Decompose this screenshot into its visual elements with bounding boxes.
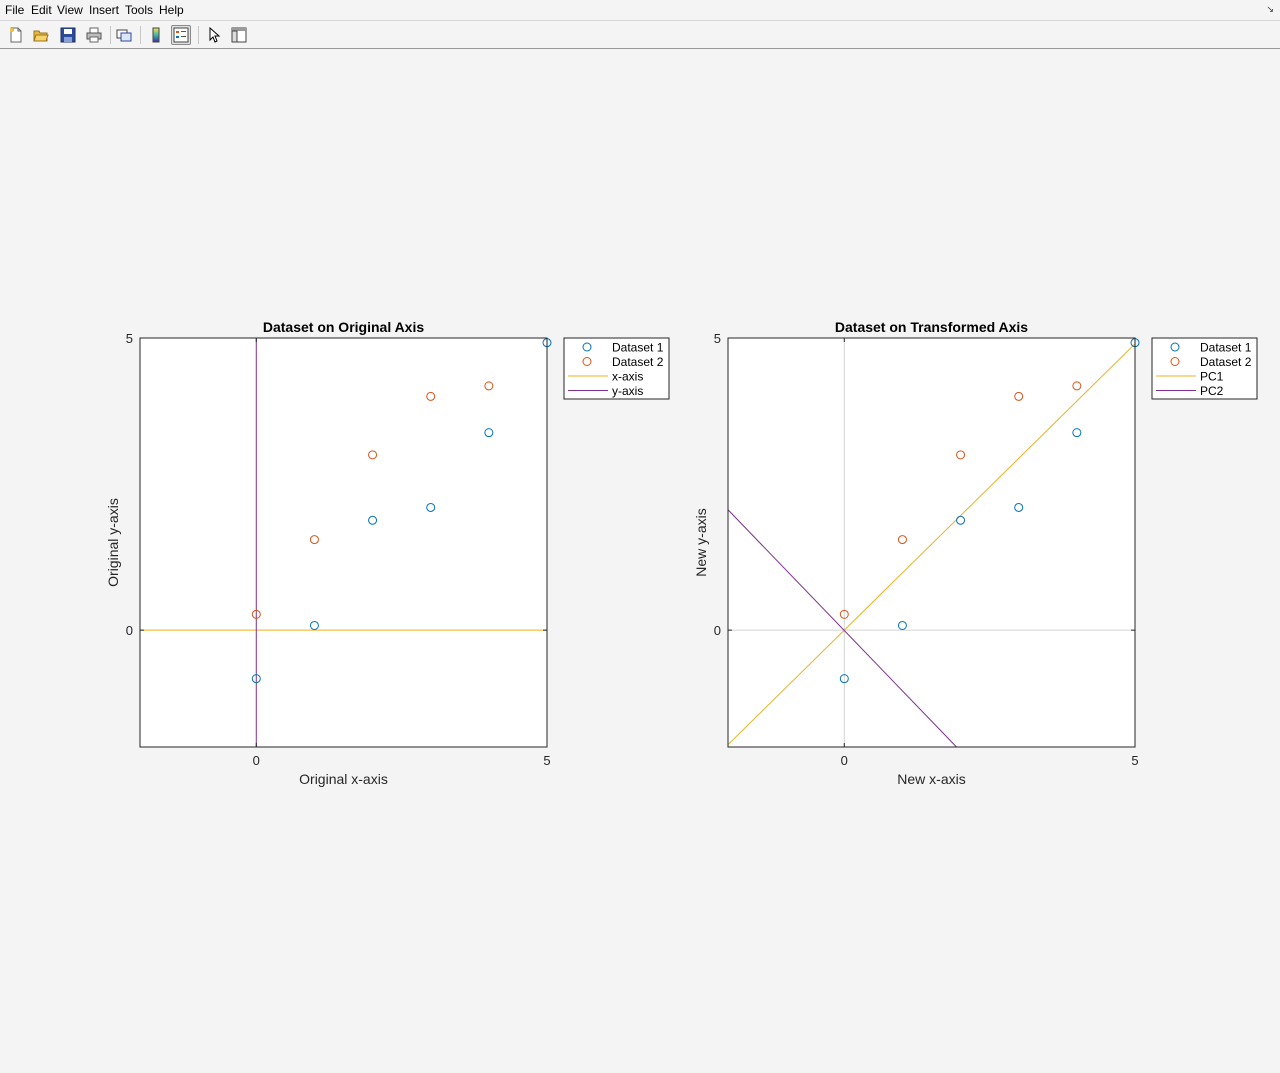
toolbar-separator [198, 26, 199, 44]
legend[interactable]: Dataset 1Dataset 2x-axisy-axis [563, 337, 670, 400]
axes-transformed[interactable]: 0 5 0 5 Dataset on Transformed Axis New x-axi… [693, 319, 1258, 787]
new-figure-icon[interactable] [6, 25, 26, 45]
legend-entry-label: PC1 [1200, 370, 1224, 384]
x-tick-label: 5 [543, 753, 550, 768]
x-axis-label: Original x-axis [299, 771, 388, 787]
menu-bar: File Edit View Insert Tools Help ↘ [0, 0, 1280, 21]
figure-canvas: 0 5 0 5 Dataset on Original Axis Original x-a… [105, 319, 1258, 787]
toolbar [0, 21, 1280, 49]
y-axis-label: Original y-axis [105, 498, 121, 587]
menu-insert[interactable]: Insert [89, 3, 119, 17]
y-tick-label: 5 [714, 331, 721, 346]
y-tick-label: 0 [126, 623, 133, 638]
chart-title: Dataset on Original Axis [263, 319, 425, 335]
print-icon[interactable] [84, 25, 104, 45]
plot-area [140, 338, 547, 747]
menu-file[interactable]: File [5, 3, 24, 17]
menu-help[interactable]: Help [159, 3, 184, 17]
x-tick-label: 0 [253, 753, 260, 768]
insert-legend-icon[interactable] [171, 25, 191, 45]
link-plot-icon[interactable] [114, 25, 134, 45]
legend-entry-label: Dataset 2 [612, 355, 664, 369]
property-inspector-icon[interactable] [229, 25, 249, 45]
menu-view[interactable]: View [57, 3, 83, 17]
x-tick-label: 5 [1131, 753, 1138, 768]
legend-entry-label: Dataset 2 [1200, 355, 1252, 369]
legend-entry-label: y-axis [612, 384, 643, 398]
undock-icon[interactable]: ↘ [1266, 4, 1274, 15]
menu-tools[interactable]: Tools [125, 3, 153, 17]
y-axis-label: New y-axis [693, 508, 709, 576]
axes-original[interactable]: 0 5 0 5 Dataset on Original Axis Original x-a… [105, 319, 670, 787]
y-tick-label: 5 [126, 331, 133, 346]
toolbar-separator [140, 26, 141, 44]
save-icon[interactable] [58, 25, 78, 45]
legend-entry-label: x-axis [612, 370, 643, 384]
menu-edit[interactable]: Edit [31, 3, 52, 17]
x-axis-label: New x-axis [897, 771, 965, 787]
y-tick-label: 0 [714, 623, 721, 638]
legend-entry-label: PC2 [1200, 384, 1224, 398]
legend-entry-label: Dataset 1 [612, 341, 664, 355]
open-file-icon[interactable] [31, 25, 51, 45]
chart-title: Dataset on Transformed Axis [835, 319, 1028, 335]
legend-entry-label: Dataset 1 [1200, 341, 1252, 355]
legend[interactable]: Dataset 1Dataset 2PC1PC2 [1151, 337, 1258, 400]
edit-plot-arrow-icon[interactable] [204, 25, 224, 45]
plot-area [728, 338, 1135, 747]
insert-colorbar-icon[interactable] [146, 25, 166, 45]
x-tick-label: 0 [841, 753, 848, 768]
toolbar-separator [110, 26, 111, 44]
